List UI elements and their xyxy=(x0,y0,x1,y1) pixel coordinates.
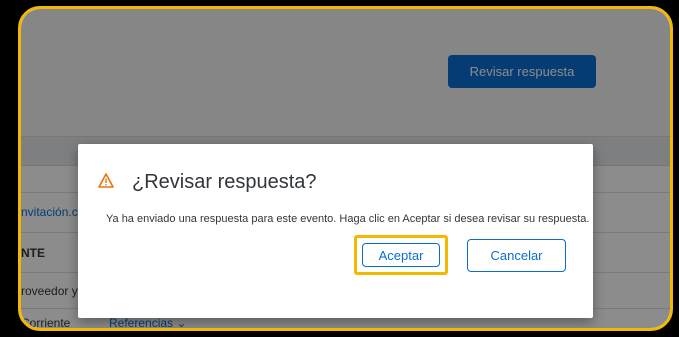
cancel-button[interactable]: Cancelar xyxy=(467,239,566,272)
review-response-dialog: ¿Revisar respuesta? Ya ha enviado una re… xyxy=(78,144,593,318)
dialog-message: Ya ha enviado una respuesta para este ev… xyxy=(106,213,590,225)
accept-button[interactable]: Aceptar xyxy=(362,243,440,267)
warning-icon xyxy=(98,171,116,194)
dialog-title-text: ¿Revisar respuesta? xyxy=(132,171,317,193)
screenshot-frame: Revisar respuesta nvitación.c NTE roveed… xyxy=(18,6,673,331)
accept-highlight: Aceptar xyxy=(354,235,448,275)
dialog-title: ¿Revisar respuesta? xyxy=(98,171,317,194)
